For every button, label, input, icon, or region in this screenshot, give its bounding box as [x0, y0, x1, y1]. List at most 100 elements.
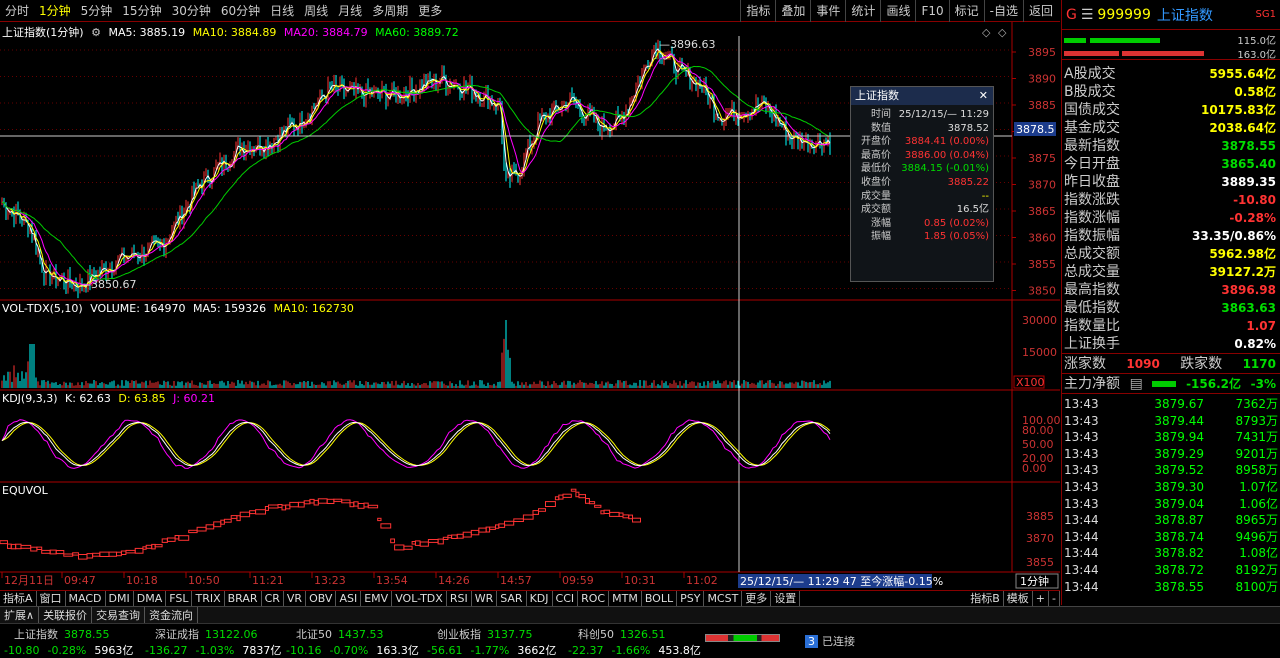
close-icon[interactable]: ✕ — [979, 87, 988, 105]
tick-amount: 7362万 — [1235, 397, 1278, 411]
template-tab[interactable]: + — [1033, 591, 1050, 606]
indicator-tab[interactable]: PSY — [677, 591, 705, 606]
extension-tab[interactable]: 资金流向 — [145, 607, 199, 623]
indicator-tab[interactable]: KDJ — [527, 591, 553, 606]
tool-button[interactable]: 标记 — [948, 0, 984, 22]
stat-label: 最高指数 — [1064, 282, 1120, 298]
price-tick: 3865 — [1028, 205, 1056, 218]
indicator-tab[interactable]: OBV — [306, 591, 337, 606]
equvol-box — [456, 533, 464, 539]
indicator-tab[interactable]: 设置 — [771, 591, 801, 606]
equvol-box — [498, 523, 506, 528]
indicator-tab[interactable]: FSL — [166, 591, 193, 606]
equvol-box — [585, 498, 590, 504]
timeframe-tab[interactable]: 多周期 — [367, 2, 413, 19]
indicator-tab[interactable]: MCST — [704, 591, 743, 606]
indicator-tab[interactable]: 更多 — [742, 591, 772, 606]
stat-value: 10175.83亿 — [1200, 103, 1276, 117]
timeframe-tab[interactable]: 分时 — [0, 2, 34, 19]
indicator-tab[interactable]: TRIX — [192, 591, 225, 606]
indicator-tab[interactable]: VOL-TDX — [392, 591, 447, 606]
tool-button[interactable]: F10 — [915, 0, 948, 22]
index-ticker[interactable]: 上证指数 3878.55 — [14, 626, 110, 642]
rise-label: 涨家数 — [1064, 356, 1106, 372]
extension-tab[interactable]: 关联报价 — [39, 607, 93, 623]
template-tab[interactable]: - — [1049, 591, 1060, 606]
indicator-tab[interactable]: CCI — [553, 591, 579, 606]
indicator-tab[interactable]: WR — [472, 591, 498, 606]
extension-tab[interactable]: 交易查询 — [92, 607, 146, 623]
indicator-tab[interactable]: 指标A — [0, 591, 37, 606]
indicator-tab[interactable]: EMV — [361, 591, 393, 606]
index-ticker[interactable]: 深证成指 13122.06 — [155, 626, 258, 642]
indicator-tab[interactable]: ROC — [578, 591, 610, 606]
indicator-tab[interactable]: RSI — [447, 591, 472, 606]
price-tick: 3895 — [1028, 46, 1056, 59]
indicator-tab[interactable]: VR — [284, 591, 307, 606]
ticker-chg: -10.80 — [4, 644, 40, 657]
equvol-box — [63, 553, 74, 557]
indicator-tab[interactable]: CR — [262, 591, 284, 606]
index-ticker[interactable]: 创业板指 3137.75 — [437, 626, 533, 642]
timeframe-tab[interactable]: 30分钟 — [167, 2, 216, 19]
template-tab[interactable]: 模板 — [1004, 591, 1033, 606]
tool-button[interactable]: 画线 — [880, 0, 915, 22]
equvol-title: EQUVOL — [2, 484, 48, 497]
tool-button[interactable]: 叠加 — [775, 0, 810, 22]
indicator-tab[interactable]: SAR — [497, 591, 527, 606]
timeframe-tab[interactable]: 60分钟 — [216, 2, 265, 19]
ticker-amt: 3662亿 — [517, 644, 557, 657]
template-tab[interactable]: 指标B — [967, 591, 1004, 606]
indicator-tab[interactable]: DMA — [134, 591, 167, 606]
timeframe-tab[interactable]: 日线 — [265, 2, 299, 19]
stat-value: 5955.64亿 — [1209, 67, 1276, 81]
equvol-box — [538, 508, 546, 512]
indicator-tab[interactable]: BRAR — [225, 591, 262, 606]
ticker-amt: 163.3亿 — [376, 644, 419, 657]
equvol-box — [161, 538, 168, 543]
stat-label: 最低指数 — [1064, 300, 1120, 316]
indicator-tab[interactable]: DMI — [106, 591, 134, 606]
menu-icon[interactable]: ☰ — [1081, 7, 1094, 23]
tool-button[interactable]: -自选 — [983, 0, 1023, 22]
low-label: —3850.67 — [80, 278, 137, 291]
timeframe-tab[interactable]: 月线 — [333, 2, 367, 19]
index-ticker-change: -56.61 -1.77% 3662亿 — [427, 642, 564, 658]
tool-button[interactable]: 指标 — [740, 0, 775, 22]
equvol-box — [213, 521, 222, 528]
flow-value: -156.2亿 — [1186, 377, 1242, 391]
tick-time: 13:43 — [1064, 413, 1099, 428]
stat-row: 总成交额 5962.98亿 — [1062, 245, 1280, 263]
index-ticker-change: -136.27 -1.03% 7837亿 — [145, 642, 289, 658]
equvol-box — [442, 536, 449, 540]
timeframe-tab[interactable]: 5分钟 — [76, 2, 118, 19]
diamond-icon: ◇ — [998, 26, 1007, 39]
timeframe-tab[interactable]: 周线 — [299, 2, 333, 19]
period-button[interactable]: 1分钟 — [1020, 574, 1049, 588]
vol-volume: VOLUME: 164970 — [90, 302, 186, 315]
timeframe-tab[interactable]: 15分钟 — [117, 2, 166, 19]
indicator-tab[interactable]: BOLL — [642, 591, 678, 606]
index-ticker[interactable]: 北证50 1437.53 — [296, 626, 384, 642]
flow-icon[interactable]: ▤ — [1130, 374, 1143, 393]
tool-button[interactable]: 事件 — [810, 0, 845, 22]
tick-amount: 8958万 — [1235, 463, 1278, 478]
tool-button[interactable]: 统计 — [845, 0, 880, 22]
tick-amount: 1.08亿 — [1239, 546, 1278, 561]
index-ticker[interactable]: 科创50 1326.51 — [578, 626, 666, 642]
stat-value: -0.28% — [1229, 211, 1276, 225]
equvol-box — [30, 546, 38, 552]
indicator-tab[interactable]: MACD — [66, 591, 106, 606]
indicator-tab[interactable]: 窗口 — [37, 591, 66, 606]
timeframe-tab[interactable]: 更多 — [413, 2, 447, 19]
kdj-d-line — [1, 422, 831, 466]
quote-code: 999999 — [1097, 6, 1151, 23]
extension-tab[interactable]: 扩展∧ — [0, 607, 40, 623]
equvol-box — [134, 547, 144, 554]
stat-label: 指数振幅 — [1064, 228, 1120, 244]
timeframe-tab[interactable]: 1分钟 — [34, 2, 76, 19]
stat-row: 最高指数 3896.98 — [1062, 281, 1280, 299]
indicator-tab[interactable]: MTM — [609, 591, 642, 606]
tool-button[interactable]: 返回 — [1022, 0, 1058, 22]
indicator-tab[interactable]: ASI — [336, 591, 362, 606]
